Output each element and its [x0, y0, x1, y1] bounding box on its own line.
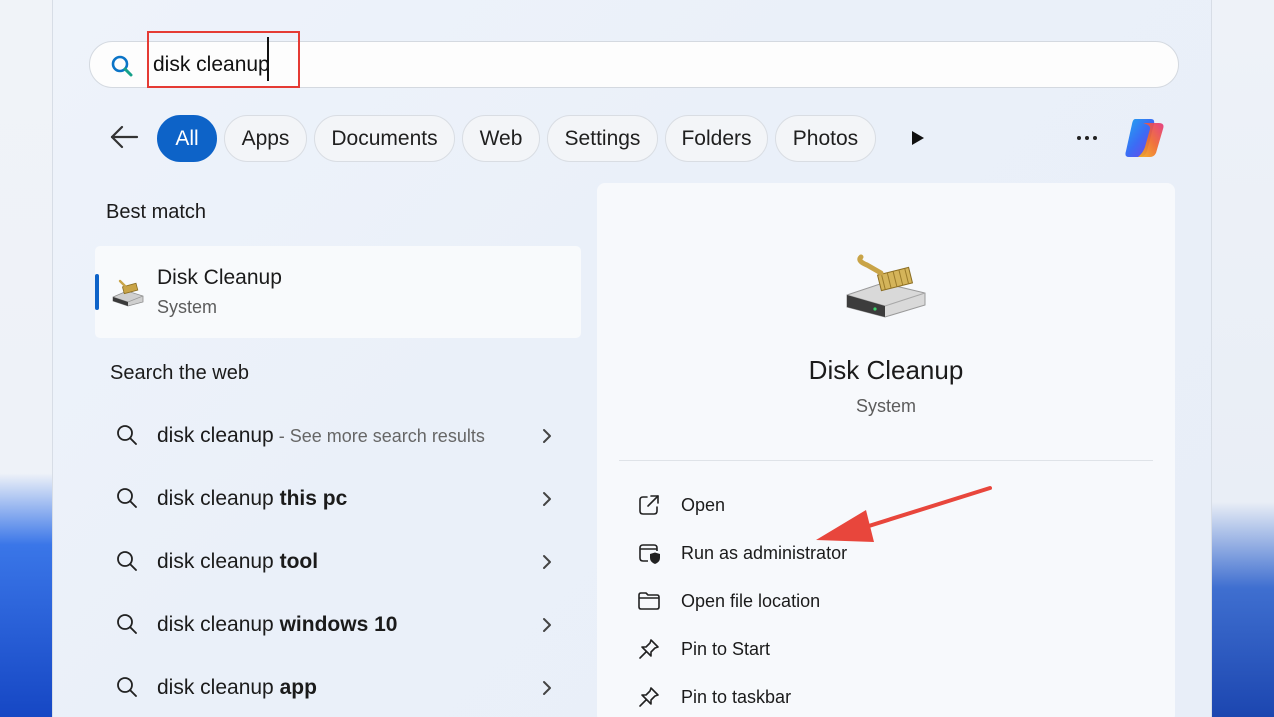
web-result-label: disk cleanup - See more search results — [157, 424, 485, 447]
search-highlight-box — [147, 31, 300, 88]
action-pin-to-taskbar[interactable]: Pin to taskbar — [637, 680, 1037, 714]
action-label: Open — [681, 495, 726, 515]
action-label: Pin to Start — [681, 639, 771, 659]
preview-app-name: Disk Cleanup — [808, 355, 964, 385]
filter-photos[interactable]: Photos — [775, 115, 876, 162]
best-match-result[interactable]: Disk Cleanup System — [95, 246, 581, 338]
web-result-label: disk cleanup windows 10 — [157, 613, 398, 636]
chevron-right-icon — [543, 618, 551, 632]
filter-settings[interactable]: Settings — [547, 115, 658, 162]
web-result-4[interactable]: disk cleanup windows 10 — [111, 605, 551, 645]
result-preview-pane: Disk Cleanup System Open Run as administ… — [597, 183, 1175, 717]
search-icon — [117, 425, 137, 445]
shield-window-icon — [639, 544, 660, 564]
search-icon — [111, 55, 133, 77]
start-search-panel: All Apps Documents Web Settings Folders … — [52, 0, 1212, 717]
web-result-5[interactable]: disk cleanup app — [111, 668, 551, 708]
web-result-label: disk cleanup this pc — [157, 487, 348, 510]
preview-divider — [619, 460, 1153, 461]
wallpaper-right-edge — [1212, 0, 1274, 717]
action-label: Run as administrator — [681, 543, 848, 563]
chevron-right-icon — [543, 429, 551, 443]
filter-folders[interactable]: Folders — [665, 115, 768, 162]
action-open-file-location[interactable]: Open file location — [637, 584, 1037, 618]
disk-cleanup-app-icon — [112, 279, 144, 307]
search-web-heading: Search the web — [110, 362, 249, 384]
best-match-name: Disk Cleanup — [157, 266, 282, 289]
web-result-1[interactable]: disk cleanup - See more search results — [111, 416, 551, 456]
back-arrow-icon[interactable] — [109, 124, 139, 150]
chevron-right-icon — [543, 555, 551, 569]
search-icon — [117, 488, 137, 508]
best-match-type: System — [157, 297, 218, 317]
web-result-2[interactable]: disk cleanup this pc — [111, 479, 551, 519]
web-result-3[interactable]: disk cleanup tool — [111, 542, 551, 582]
best-match-heading: Best match — [106, 201, 207, 223]
folder-icon — [638, 592, 660, 610]
selection-indicator — [95, 274, 99, 310]
pin-icon — [639, 687, 659, 707]
filter-documents[interactable]: Documents — [314, 115, 455, 162]
annotation-arrow — [816, 486, 992, 542]
action-pin-to-start[interactable]: Pin to Start — [637, 632, 1037, 666]
search-icon — [117, 614, 137, 634]
scroll-right-play-icon[interactable] — [911, 130, 925, 146]
search-icon — [117, 551, 137, 571]
more-options-icon[interactable] — [1075, 126, 1099, 150]
chevron-right-icon — [543, 492, 551, 506]
action-label: Pin to taskbar — [681, 687, 792, 707]
copilot-icon[interactable] — [1121, 115, 1169, 161]
web-result-label: disk cleanup tool — [157, 550, 319, 573]
disk-cleanup-app-icon — [846, 254, 926, 318]
web-result-label: disk cleanup app — [157, 676, 317, 699]
filter-apps[interactable]: Apps — [224, 115, 307, 162]
wallpaper-left-edge — [0, 0, 52, 717]
open-external-icon — [639, 495, 659, 515]
pin-icon — [639, 639, 659, 659]
chevron-right-icon — [543, 681, 551, 695]
action-label: Open file location — [681, 591, 821, 611]
filter-web[interactable]: Web — [462, 115, 540, 162]
preview-app-type: System — [855, 396, 916, 416]
search-icon — [117, 677, 137, 697]
filter-all[interactable]: All — [157, 115, 217, 162]
